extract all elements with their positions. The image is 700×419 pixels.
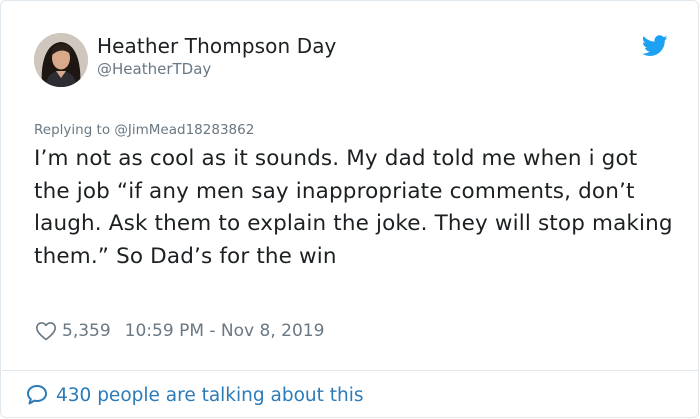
reply-prefix: Replying to bbox=[34, 122, 111, 138]
twitter-bird-icon[interactable] bbox=[642, 35, 668, 57]
conversation-text: 430 people are talking about this bbox=[56, 384, 364, 406]
reply-context: Replying to @JimMead18283862 bbox=[34, 122, 254, 138]
tweet-card: Heather Thompson Day @HeatherTDay Replyi… bbox=[0, 0, 699, 418]
speech-bubble-icon bbox=[27, 385, 47, 405]
reply-to-link[interactable]: @JimMead18283862 bbox=[114, 122, 254, 138]
divider bbox=[2, 370, 699, 371]
author-avatar[interactable] bbox=[34, 33, 88, 87]
tweet-meta: 5,359 10:59 PM - Nov 8, 2019 bbox=[34, 317, 324, 345]
author-name[interactable]: Heather Thompson Day bbox=[97, 34, 337, 58]
avatar-image bbox=[34, 33, 88, 87]
tweet-text: I’m not as cool as it sounds. My dad tol… bbox=[34, 146, 673, 269]
heart-icon[interactable] bbox=[34, 319, 58, 343]
like-count[interactable]: 5,359 bbox=[62, 321, 111, 341]
author-handle[interactable]: @HeatherTDay bbox=[97, 60, 211, 78]
conversation-link[interactable]: 430 people are talking about this bbox=[25, 381, 364, 409]
tweet-timestamp[interactable]: 10:59 PM - Nov 8, 2019 bbox=[125, 321, 325, 341]
